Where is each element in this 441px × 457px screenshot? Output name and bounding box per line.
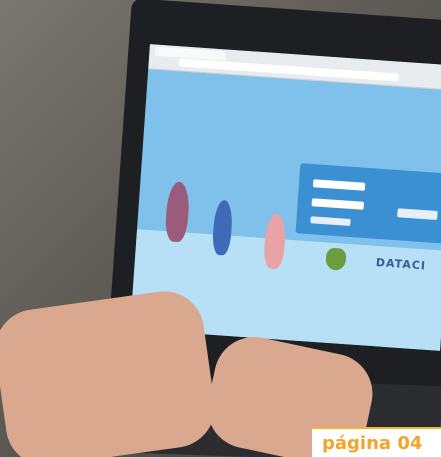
login-alt-button: [397, 208, 438, 220]
login-field-2: [311, 198, 365, 210]
login-field-1: [312, 179, 366, 191]
page-number: página 04: [322, 433, 423, 454]
browser-address-bar: [178, 58, 400, 82]
laptop-photo: DATACI: [0, 0, 441, 457]
page-number-box: página 04: [312, 427, 441, 457]
login-panel: [295, 163, 441, 245]
left-hand: [0, 286, 220, 457]
page-frame: DATACI página 04: [0, 0, 441, 457]
login-submit-button: [310, 216, 351, 226]
